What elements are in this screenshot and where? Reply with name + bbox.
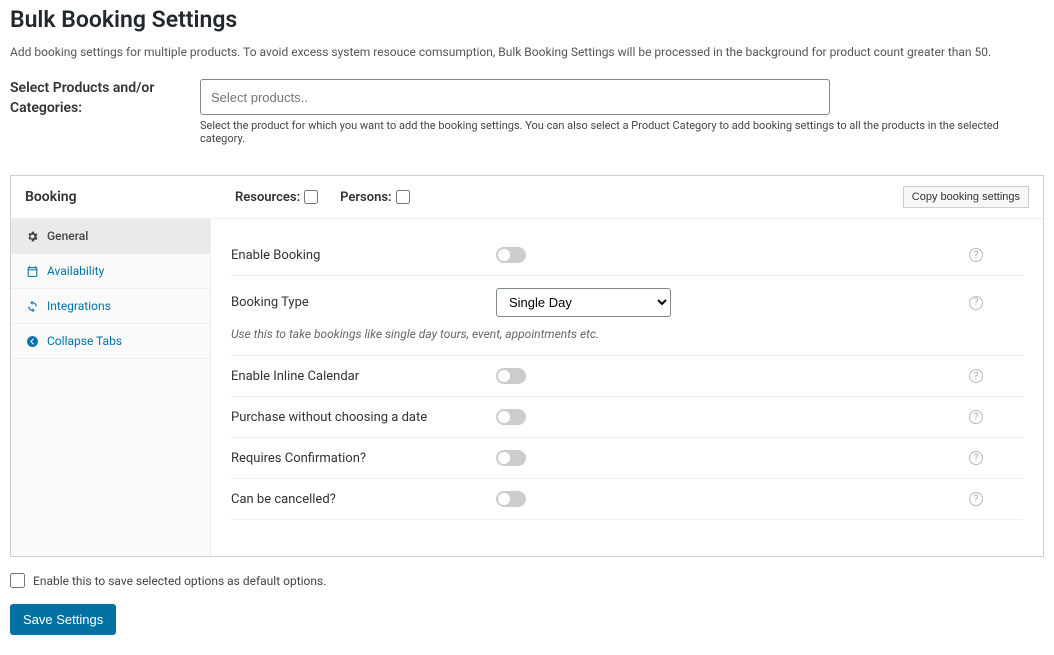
sync-icon bbox=[25, 299, 39, 313]
booking-type-select[interactable]: Single Day bbox=[496, 288, 671, 317]
tab-availability[interactable]: Availability bbox=[11, 254, 210, 289]
save-default-option[interactable]: Enable this to save selected options as … bbox=[10, 573, 1044, 588]
help-icon[interactable]: ? bbox=[969, 248, 983, 262]
select-products-label: Select Products and/or Categories: bbox=[10, 79, 180, 118]
tab-general-label: General bbox=[47, 229, 88, 243]
inline-calendar-label: Enable Inline Calendar bbox=[231, 369, 496, 384]
copy-booking-settings-button[interactable]: Copy booking settings bbox=[903, 186, 1029, 208]
save-settings-button[interactable]: Save Settings bbox=[10, 604, 116, 635]
persons-check-wrap[interactable]: Persons: bbox=[340, 190, 409, 205]
purchase-wo-date-label: Purchase without choosing a date bbox=[231, 410, 496, 425]
help-icon[interactable]: ? bbox=[969, 296, 983, 310]
collapse-icon bbox=[25, 334, 39, 348]
tab-collapse-label: Collapse Tabs bbox=[47, 334, 122, 348]
booking-type-label: Booking Type bbox=[231, 295, 496, 310]
can-be-cancelled-toggle[interactable] bbox=[496, 491, 526, 507]
panel-title: Booking bbox=[25, 189, 235, 205]
save-default-label: Enable this to save selected options as … bbox=[33, 574, 326, 588]
resources-checkbox[interactable] bbox=[304, 190, 318, 204]
select-products-help: Select the product for which you want to… bbox=[200, 119, 1044, 145]
save-default-checkbox[interactable] bbox=[10, 573, 25, 588]
persons-label: Persons: bbox=[340, 190, 391, 205]
can-be-cancelled-label: Can be cancelled? bbox=[231, 492, 496, 507]
tab-collapse[interactable]: Collapse Tabs bbox=[11, 324, 210, 359]
resources-check-wrap[interactable]: Resources: bbox=[235, 190, 318, 205]
inline-calendar-toggle[interactable] bbox=[496, 368, 526, 384]
enable-booking-toggle[interactable] bbox=[496, 247, 526, 263]
page-title: Bulk Booking Settings bbox=[10, 6, 1044, 33]
tabs-sidebar: General Availability Integrations Collap… bbox=[11, 219, 211, 556]
select-products-input[interactable] bbox=[200, 79, 830, 115]
help-icon[interactable]: ? bbox=[969, 451, 983, 465]
requires-confirmation-toggle[interactable] bbox=[496, 450, 526, 466]
requires-confirmation-label: Requires Confirmation? bbox=[231, 451, 496, 466]
resources-label: Resources: bbox=[235, 190, 300, 205]
settings-content: Enable Booking ? Booking Type Single Day… bbox=[211, 219, 1043, 556]
enable-booking-label: Enable Booking bbox=[231, 248, 496, 263]
tab-integrations[interactable]: Integrations bbox=[11, 289, 210, 324]
tab-availability-label: Availability bbox=[47, 264, 104, 278]
tab-general[interactable]: General bbox=[11, 219, 210, 254]
booking-type-hint: Use this to take bookings like single da… bbox=[231, 323, 1023, 356]
persons-checkbox[interactable] bbox=[396, 190, 410, 204]
gear-icon bbox=[25, 229, 39, 243]
help-icon[interactable]: ? bbox=[969, 492, 983, 506]
page-intro: Add booking settings for multiple produc… bbox=[10, 45, 1044, 59]
settings-panel: Booking Resources: Persons: Copy booking… bbox=[10, 175, 1044, 557]
purchase-wo-date-toggle[interactable] bbox=[496, 409, 526, 425]
help-icon[interactable]: ? bbox=[969, 410, 983, 424]
tab-integrations-label: Integrations bbox=[47, 299, 111, 313]
help-icon[interactable]: ? bbox=[969, 369, 983, 383]
calendar-icon bbox=[25, 264, 39, 278]
